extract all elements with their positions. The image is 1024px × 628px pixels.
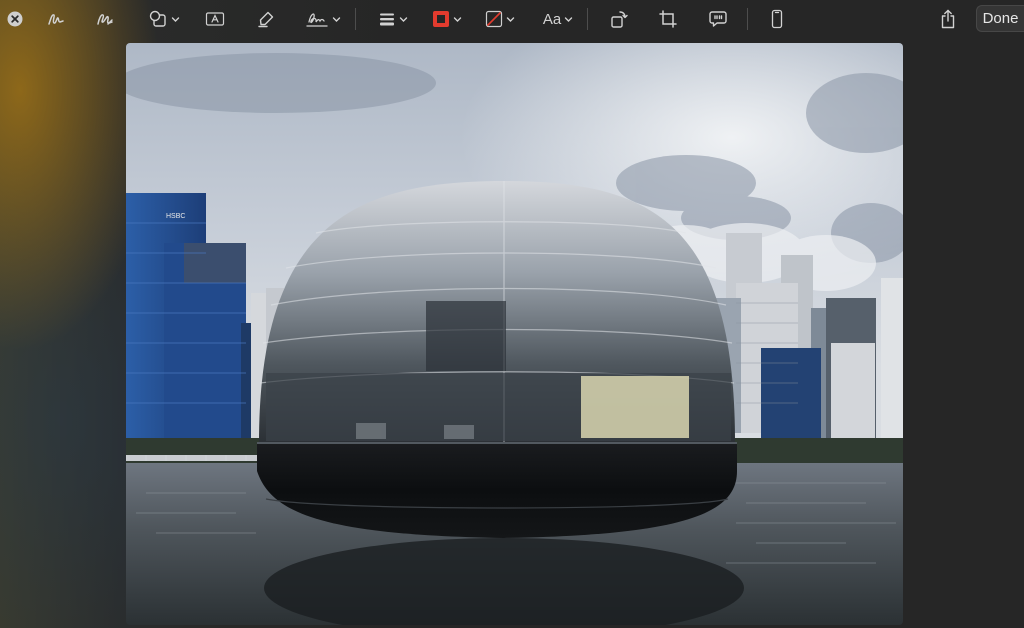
done-button[interactable]: Done: [976, 5, 1024, 32]
iphone-icon: [771, 9, 783, 29]
sign-button[interactable]: [303, 6, 343, 32]
share-button[interactable]: [936, 6, 960, 32]
share-icon: [941, 9, 955, 29]
crop-icon: [659, 10, 677, 28]
chevron-down-icon: [171, 16, 180, 22]
text-style-button[interactable]: Aa: [538, 6, 578, 32]
document-image[interactable]: HSBC: [126, 43, 903, 625]
photo-content: HSBC: [126, 43, 903, 625]
chevron-down-icon: [453, 16, 462, 22]
signature-icon: [306, 13, 328, 27]
chevron-down-icon: [399, 16, 408, 22]
markup-toolbar: Aa Done: [0, 0, 1024, 40]
hsbc-sign: HSBC: [166, 213, 185, 220]
shape-style-button[interactable]: [375, 6, 411, 32]
toolbar-divider: [747, 8, 748, 30]
text-button[interactable]: [203, 6, 227, 32]
chevron-down-icon: [506, 16, 515, 22]
highlight-button[interactable]: [254, 6, 278, 32]
draw-icon: [97, 14, 113, 25]
text-box-icon: [205, 12, 225, 26]
rotate-button[interactable]: [607, 6, 631, 32]
sketch-button[interactable]: [44, 6, 68, 32]
text-style-label: Aa: [542, 10, 562, 28]
toolbar-divider: [355, 8, 356, 30]
close-circle-icon: [7, 11, 23, 27]
rotate-icon: [611, 11, 628, 28]
shapes-button[interactable]: [144, 6, 184, 32]
border-color-button[interactable]: [428, 6, 466, 32]
highlight-icon: [258, 11, 274, 28]
shapes-icon: [149, 10, 166, 27]
device-button[interactable]: [766, 6, 788, 32]
crop-button[interactable]: [656, 6, 680, 32]
draw-button[interactable]: [93, 6, 117, 32]
close-button[interactable]: [5, 6, 25, 32]
sketch-icon: [48, 14, 64, 25]
image-description-icon: [709, 11, 727, 27]
border-color-swatch: [433, 11, 449, 27]
chevron-down-icon: [332, 16, 341, 22]
line-style-icon: [380, 13, 394, 26]
image-description-button[interactable]: [706, 6, 730, 32]
chevron-down-icon: [564, 16, 573, 22]
fill-color-button[interactable]: [481, 6, 519, 32]
toolbar-divider: [587, 8, 588, 30]
fill-color-swatch: [485, 10, 503, 28]
